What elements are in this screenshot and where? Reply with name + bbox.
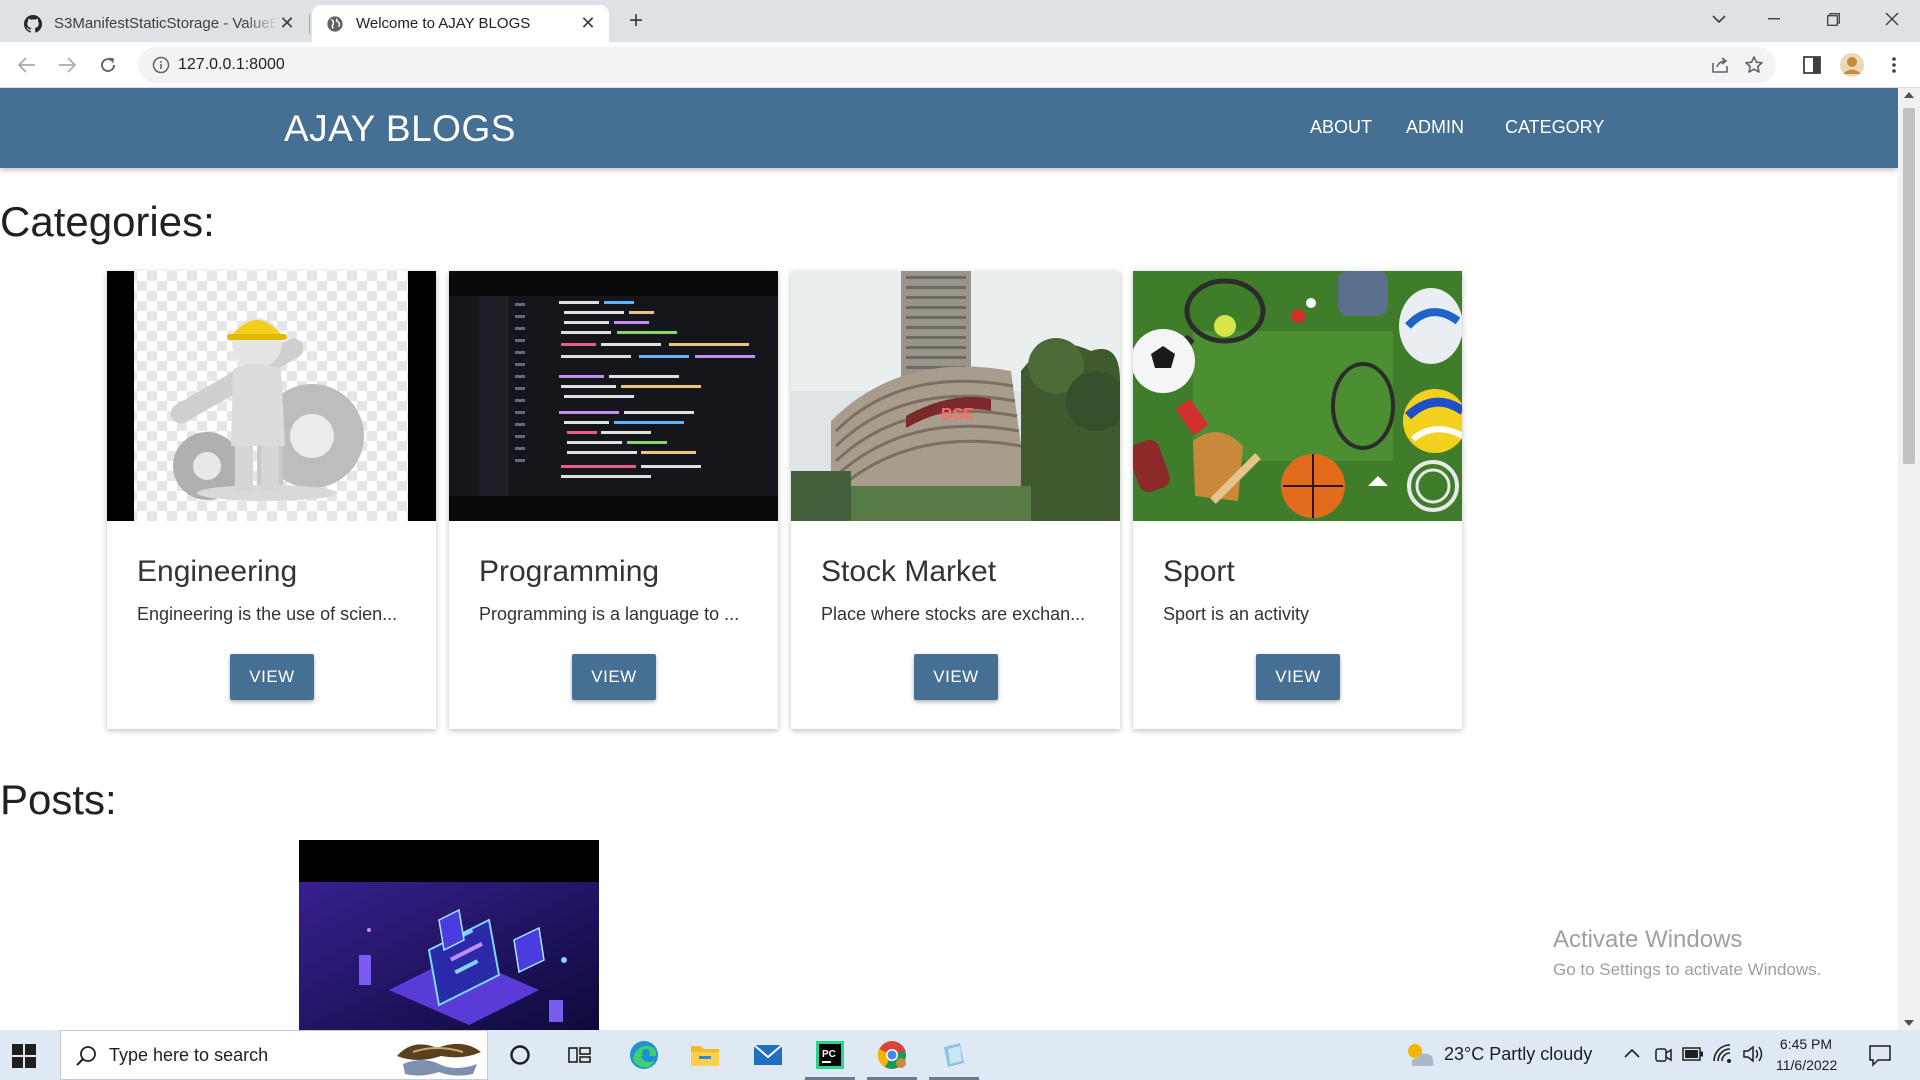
page-viewport: AJAY BLOGS ABOUT ADMIN CATEGORY Categori… [0, 88, 1898, 1030]
site-brand[interactable]: AJAY BLOGS [284, 108, 516, 150]
github-icon [24, 14, 42, 33]
clock-date: 11/6/2022 [1776, 1057, 1838, 1073]
forward-arrow-icon[interactable] [51, 49, 83, 81]
task-view-icon[interactable] [563, 1038, 597, 1072]
wifi-icon[interactable] [1712, 1044, 1734, 1064]
category-card-engineering: Engineering Engineering is the use of sc… [107, 271, 436, 729]
card-description: Place where stocks are exchan... [821, 604, 1086, 624]
site-info-icon[interactable] [152, 56, 170, 74]
category-card-sport: Sport Sport is an activity VIEW [1133, 271, 1462, 729]
kebab-menu-icon[interactable] [1882, 53, 1906, 77]
system-clock[interactable]: 6:45 PM 11/6/2022 [1776, 1034, 1838, 1076]
windows-start-icon[interactable] [12, 1044, 36, 1068]
restore-icon[interactable] [1805, 0, 1861, 38]
view-sport-button[interactable]: VIEW [1256, 654, 1340, 700]
close-tab-icon[interactable]: ✕ [579, 13, 597, 33]
clock-time: 6:45 PM [1779, 1036, 1833, 1052]
pycharm-icon[interactable]: PC [813, 1038, 847, 1072]
stock-market-image: BSE [791, 271, 1120, 521]
bookmark-star-icon[interactable] [1744, 55, 1764, 75]
share-icon[interactable] [1710, 55, 1730, 75]
partly-cloudy-weather-icon[interactable] [1404, 1040, 1436, 1070]
windows-taskbar: Type here to search PC 23°C Partly cloud… [0, 1030, 1920, 1080]
category-card-stock-market: BSE Stock Market Place where stocks are … [791, 271, 1120, 729]
card-title: Engineering [137, 555, 298, 588]
notepad-app-icon[interactable] [937, 1038, 971, 1072]
new-tab-plus-icon[interactable]: + [622, 8, 650, 36]
category-card-programming: Programming Programming is a language to… [449, 271, 778, 729]
browser-tab-s3manifest[interactable]: S3ManifestStaticStorage - ValueE ✕ [10, 5, 308, 42]
notification-center-icon[interactable] [1868, 1043, 1892, 1067]
taskbar-search-box[interactable]: Type here to search [60, 1030, 488, 1080]
volume-icon[interactable] [1742, 1044, 1764, 1064]
card-description: Programming is a language to ... [479, 604, 740, 624]
scroll-down-arrow-icon[interactable] [1904, 1020, 1914, 1026]
categories-heading: Categories: [0, 198, 215, 245]
tab-search-chevron-icon[interactable] [1691, 0, 1747, 38]
minimize-icon[interactable] [1746, 0, 1802, 38]
battery-icon[interactable] [1682, 1047, 1704, 1061]
mail-icon[interactable] [751, 1038, 785, 1072]
nav-link-category[interactable]: CATEGORY [1505, 117, 1604, 138]
globe-icon [327, 15, 343, 32]
back-arrow-icon[interactable] [11, 49, 43, 81]
card-description: Engineering is the use of scien... [137, 604, 398, 624]
browser-tab-bar: S3ManifestStaticStorage - ValueE ✕ Welco… [0, 0, 1920, 42]
close-tab-icon[interactable]: ✕ [278, 13, 296, 33]
site-navbar: AJAY BLOGS ABOUT ADMIN CATEGORY [0, 88, 1898, 168]
card-description: Sport is an activity [1163, 604, 1310, 624]
view-engineering-button[interactable]: VIEW [230, 654, 314, 700]
view-programming-button[interactable]: VIEW [572, 654, 656, 700]
side-panel-icon[interactable] [1800, 53, 1824, 77]
edge-browser-icon[interactable] [627, 1038, 661, 1072]
nav-link-admin[interactable]: ADMIN [1406, 117, 1464, 138]
activate-windows-subtitle: Go to Settings to activate Windows. [1553, 960, 1822, 979]
meet-now-camera-icon[interactable] [1654, 1044, 1672, 1064]
browser-tab-ajay-blogs[interactable]: Welcome to AJAY BLOGS ✕ [312, 5, 609, 42]
close-window-icon[interactable] [1864, 0, 1920, 38]
sport-image [1133, 271, 1462, 521]
activate-windows-title: Activate Windows [1553, 926, 1743, 953]
nav-link-about[interactable]: ABOUT [1310, 117, 1372, 138]
card-title: Stock Market [821, 555, 997, 588]
cortana-icon[interactable] [503, 1038, 537, 1072]
engineering-image [107, 271, 436, 521]
show-hidden-icons-chevron-icon[interactable] [1624, 1048, 1640, 1058]
url-text: 127.0.0.1:8000 [178, 56, 285, 73]
browser-toolbar: 127.0.0.1:8000 [0, 42, 1920, 88]
tab-title: S3ManifestStaticStorage - ValueE [54, 15, 278, 32]
scroll-up-arrow-icon[interactable] [1904, 92, 1914, 98]
profile-avatar[interactable] [1840, 53, 1864, 77]
tab-title: Welcome to AJAY BLOGS [356, 15, 531, 32]
search-icon [76, 1046, 96, 1066]
weather-text[interactable]: 23°C Partly cloudy [1444, 1044, 1592, 1065]
reload-icon[interactable] [92, 49, 124, 81]
programming-image [449, 271, 778, 521]
svg-text:BSE: BSE [941, 406, 974, 423]
card-title: Sport [1163, 555, 1235, 588]
chrome-icon[interactable] [875, 1038, 909, 1072]
card-title: Programming [479, 555, 660, 588]
search-placeholder: Type here to search [109, 1045, 269, 1065]
view-stock-market-button[interactable]: VIEW [914, 654, 998, 700]
address-bar[interactable]: 127.0.0.1:8000 [138, 47, 1776, 83]
search-highlight-icon [397, 1043, 481, 1076]
svg-text:PC: PC [822, 1049, 836, 1060]
tab-separator [309, 14, 310, 34]
scrollbar-thumb[interactable] [1903, 108, 1915, 464]
post-thumbnail-image[interactable] [299, 840, 599, 1030]
file-explorer-icon[interactable] [688, 1038, 722, 1072]
page-scrollbar[interactable] [1898, 88, 1920, 1030]
posts-heading: Posts: [0, 776, 117, 823]
